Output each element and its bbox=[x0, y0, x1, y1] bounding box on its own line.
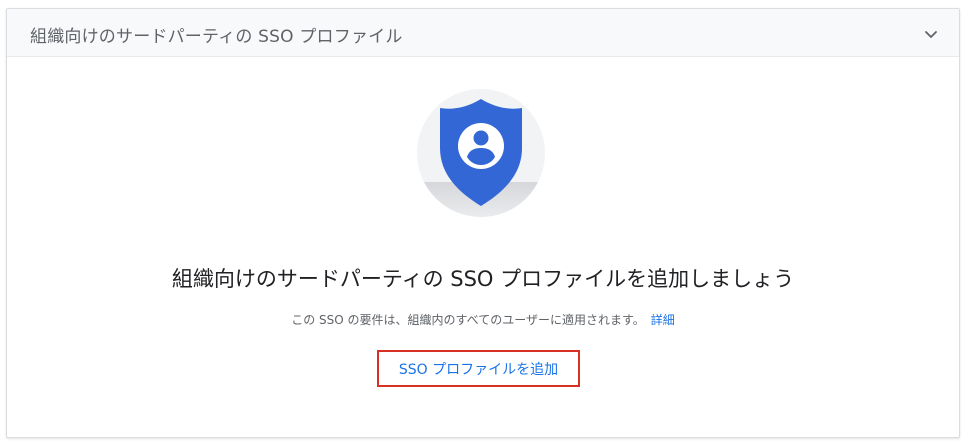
card-header[interactable]: 組織向けのサードパーティの SSO プロファイル bbox=[7, 9, 959, 57]
sso-profile-card: 組織向けのサードパーティの SSO プロファイル 組織向けのサードパーティの S… bbox=[6, 8, 960, 438]
learn-more-link[interactable]: 詳細 bbox=[651, 313, 675, 327]
empty-state-headline: 組織向けのサードパーティの SSO プロファイルを追加しましょう bbox=[171, 267, 795, 291]
shield-user-icon bbox=[417, 89, 545, 217]
chevron-down-icon[interactable] bbox=[923, 26, 939, 42]
description-text: この SSO の要件は、組織内のすべてのユーザーに適用されます。 bbox=[291, 313, 645, 327]
card-title: 組織向けのサードパーティの SSO プロファイル bbox=[30, 27, 403, 47]
empty-state-description: この SSO の要件は、組織内のすべてのユーザーに適用されます。 詳細 bbox=[7, 311, 959, 328]
add-sso-profile-button[interactable]: SSO プロファイルを追加 bbox=[377, 350, 580, 387]
